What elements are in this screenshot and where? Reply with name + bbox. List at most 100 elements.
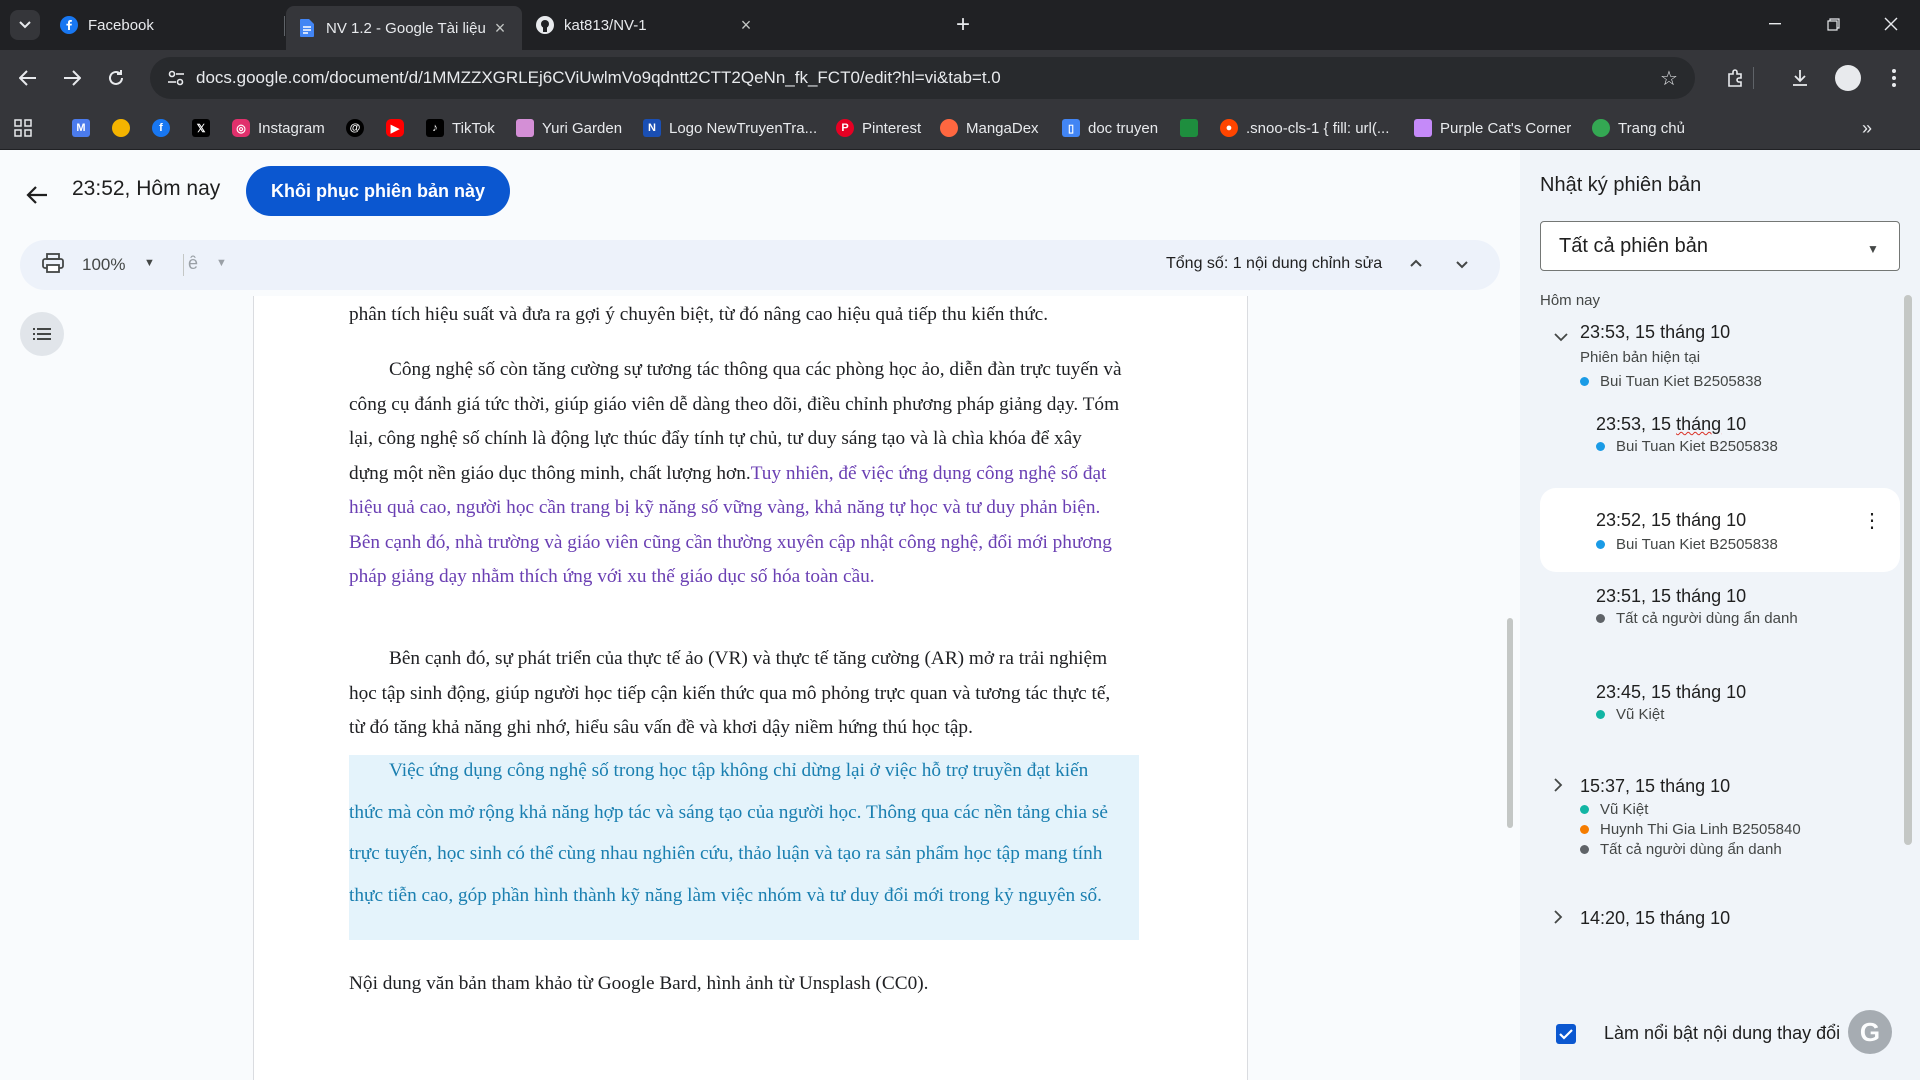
profile-avatar[interactable]: [1834, 64, 1862, 92]
version-author: Vũ Kiệt: [1580, 801, 1648, 818]
text: dựng một nền giáo dục thông minh, chất l…: [349, 462, 751, 484]
bookmark-reddit[interactable]: ● .snoo-cls-1 { fill: url(...: [1220, 116, 1389, 140]
tab-search-button[interactable]: [10, 10, 40, 40]
bookmark-label: Instagram: [258, 119, 325, 137]
address-bar[interactable]: docs.google.com/document/d/1MMZZXGRLEj6C…: [150, 57, 1695, 99]
version-filter-dropdown[interactable]: Tất cả phiên bản ▼: [1540, 221, 1900, 271]
restore-version-button[interactable]: Khôi phục phiên bản này: [246, 166, 510, 216]
version-time: 15:37, 15 tháng 10: [1580, 776, 1731, 796]
tab-github[interactable]: kat813/NV-1 ×: [524, 8, 768, 42]
caret-down-icon: ▼: [1867, 242, 1879, 256]
spellcheck-icon[interactable]: ȇ: [188, 253, 198, 274]
bookmark-mangadex[interactable]: MangaDex: [940, 116, 1039, 140]
text-line: trực tuyến, học sinh có thể cùng nhau ng…: [349, 843, 1103, 864]
reload-button[interactable]: [100, 62, 132, 94]
more-bookmarks-icon[interactable]: »: [1862, 118, 1872, 139]
download-icon[interactable]: [1786, 64, 1814, 92]
bookmark-facebook[interactable]: f: [152, 116, 178, 140]
extensions-icon[interactable]: [1722, 64, 1750, 92]
menu-kebab-icon[interactable]: [1880, 64, 1908, 92]
forward-button[interactable]: [56, 62, 88, 94]
tiktok-icon: ♪: [426, 119, 444, 137]
grammarly-icon[interactable]: G: [1848, 1010, 1892, 1054]
bookmark-chrome[interactable]: [112, 116, 138, 140]
github-icon: [536, 16, 554, 34]
bookmark-threads[interactable]: @: [346, 116, 372, 140]
version-item-selected[interactable]: 23:52, 15 tháng 10 Bui Tuan Kiet B250583…: [1540, 488, 1900, 572]
close-window-button[interactable]: [1862, 0, 1920, 48]
bookmark-home[interactable]: Trang chủ: [1592, 116, 1685, 140]
bookmark-tiktok[interactable]: ♪ TikTok: [426, 116, 495, 140]
version-item[interactable]: 23:45, 15 tháng 10 Vũ Kiệt: [1540, 682, 1900, 742]
user-name: Bui Tuan Kiet B2505838: [1616, 536, 1778, 553]
bookmark-gmail[interactable]: M: [72, 116, 98, 140]
tab-strip: Facebook × NV 1.2 - Google Tài liệu × ka…: [0, 0, 1920, 50]
version-group[interactable]: 15:37, 15 tháng 10 Vũ Kiệt Huynh Thi Gia…: [1540, 776, 1900, 876]
text-line: thức mà còn mở rộng khả năng hợp tác và …: [349, 801, 1108, 823]
user-name: Tất cả người dùng ẩn danh: [1616, 610, 1798, 627]
bookmark-site[interactable]: [1180, 116, 1206, 140]
url-text: docs.google.com/document/d/1MMZZXGRLEj6C…: [196, 68, 1001, 87]
bookmark-purple-cat[interactable]: Purple Cat's Corner: [1414, 116, 1571, 140]
version-item[interactable]: 23:51, 15 tháng 10 Tất cả người dùng ẩn …: [1540, 586, 1900, 646]
apps-button[interactable]: [14, 116, 32, 140]
previous-edit-button[interactable]: [1404, 252, 1428, 276]
docs-version-history-view: 23:52, Hôm nay Khôi phục phiên bản này 1…: [0, 150, 1920, 1080]
bookmark-instagram[interactable]: ◎ Instagram: [232, 116, 325, 140]
version-item[interactable]: 23:53, 15 tháng 10 Phiên bản hiện tại Bu…: [1540, 322, 1900, 402]
mangadex-icon: [940, 119, 958, 137]
facebook-icon: [60, 16, 78, 34]
bookmark-newtruyen[interactable]: N Logo NewTruyenTra...: [643, 116, 817, 140]
version-group[interactable]: 14:20, 15 tháng 10: [1540, 908, 1900, 938]
star-icon[interactable]: ☆: [1657, 66, 1681, 90]
doc-toolbar: 100% ▼ ȇ ▼ Tổng số: 1 nội dung chỉnh sửa: [20, 240, 1500, 290]
new-tab-button[interactable]: +: [950, 11, 976, 38]
caret-down-icon[interactable]: ▼: [216, 257, 227, 269]
paragraph-3: Bên cạnh đó, sự phát triển của thực tế ả…: [349, 648, 1154, 752]
bookmark-youtube[interactable]: ▶: [386, 116, 412, 140]
bookmark-pinterest[interactable]: P Pinterest: [836, 116, 921, 140]
chevron-right-icon[interactable]: [1554, 778, 1563, 795]
restore-window-button[interactable]: [1804, 0, 1862, 48]
caret-down-icon[interactable]: ▼: [144, 257, 155, 269]
toolbar-divider: [1753, 67, 1754, 89]
next-edit-button[interactable]: [1450, 252, 1474, 276]
added-text-line: hiệu quả cao, người học cần trang bị kỹ …: [349, 497, 1101, 518]
tab-title: NV 1.2 - Google Tài liệu: [326, 19, 486, 37]
chevron-down-icon[interactable]: [1554, 330, 1568, 345]
version-author: Tất cả người dùng ẩn danh: [1580, 841, 1782, 858]
user-color-dot: [1580, 805, 1589, 814]
bookmark-x[interactable]: 𝕏: [192, 116, 218, 140]
paragraph-4: Việc ứng dụng công nghệ số trong học tập…: [349, 760, 1154, 926]
minimize-button[interactable]: [1746, 0, 1804, 48]
user-color-dot: [1596, 540, 1605, 549]
bookmark-yuri-garden[interactable]: Yuri Garden: [516, 116, 622, 140]
toolbar-divider: [183, 254, 184, 276]
tab-google-docs[interactable]: NV 1.2 - Google Tài liệu ×: [286, 6, 522, 50]
paragraph-1: phân tích hiệu suất và đưa ra gợi ý chuy…: [349, 304, 1154, 339]
close-icon[interactable]: ×: [490, 18, 510, 38]
version-time: 23:52, 15 tháng 10: [1596, 510, 1747, 530]
added-text-line: Bên cạnh đó, nhà trường và giáo viên cũn…: [349, 531, 1112, 553]
version-item[interactable]: 23:53, 15 tháng 10 Bui Tuan Kiet B250583…: [1540, 414, 1900, 474]
yuri-garden-icon: [516, 119, 534, 137]
checkmark-icon: [1559, 1028, 1573, 1040]
version-time: 23:53, 15 tháng 10: [1580, 322, 1731, 342]
document-scrollbar[interactable]: [1507, 618, 1513, 828]
edits-summary: Tổng số: 1 nội dung chỉnh sửa: [1166, 255, 1383, 272]
bookmark-label: Pinterest: [862, 119, 922, 137]
bookmark-label: doc truyen: [1088, 119, 1159, 137]
back-button[interactable]: [12, 62, 44, 94]
tab-title: kat813/NV-1: [564, 16, 647, 34]
chevron-right-icon[interactable]: [1554, 910, 1563, 927]
highlight-changes-checkbox[interactable]: [1556, 1024, 1576, 1044]
more-actions-icon[interactable]: ⋮: [1862, 508, 1882, 532]
site-settings-icon[interactable]: [164, 66, 188, 90]
bookmark-doc-truyen[interactable]: ▯ doc truyen: [1062, 116, 1158, 140]
close-icon[interactable]: ×: [736, 15, 756, 35]
zoom-select[interactable]: 100%: [82, 255, 125, 275]
back-to-document-button[interactable]: [22, 180, 52, 210]
print-icon[interactable]: [42, 253, 66, 277]
panel-scrollbar[interactable]: [1904, 295, 1912, 845]
chrome-icon: [112, 119, 130, 137]
